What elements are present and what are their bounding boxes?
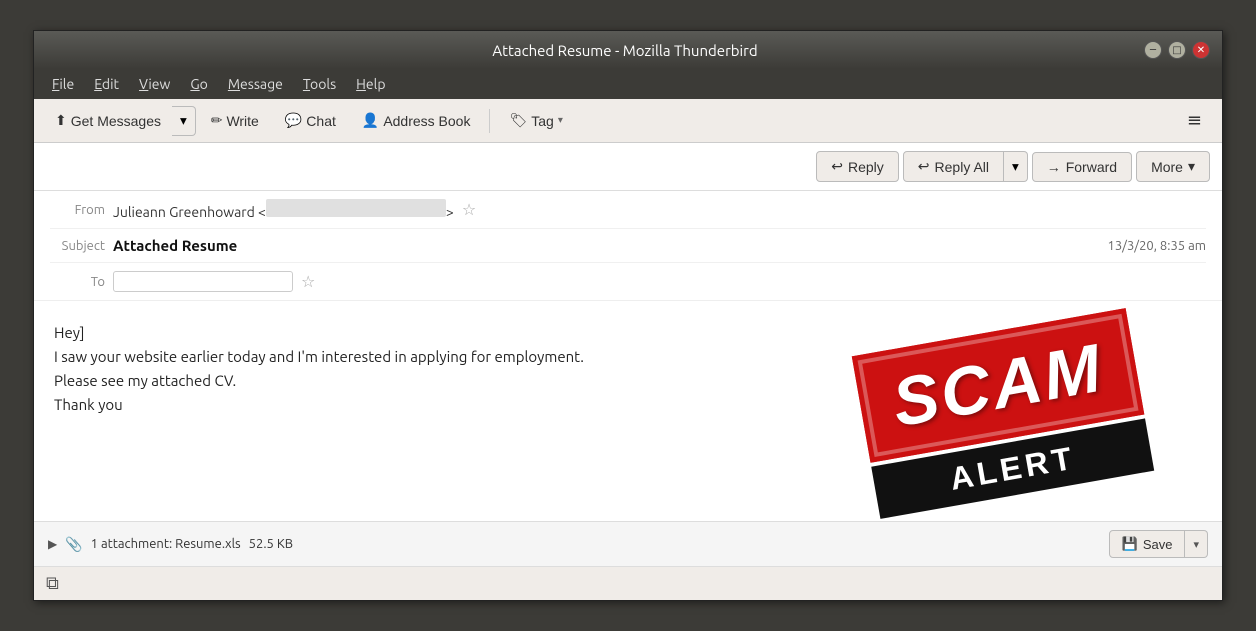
close-button[interactable]: ✕ <box>1192 41 1210 59</box>
reply-all-button[interactable]: ↩ Reply All <box>903 151 1004 182</box>
from-star-icon[interactable]: ☆ <box>462 200 476 219</box>
from-label: From <box>50 203 105 217</box>
attachment-label: 1 attachment: Resume.xls <box>91 537 241 551</box>
subject-row: Subject Attached Resume 13/3/20, 8:35 am <box>50 229 1206 263</box>
save-group: 💾 Save ▾ <box>1109 530 1208 558</box>
attachment-bar: ▶ 📎 1 attachment: Resume.xls 52.5 KB 💾 S… <box>34 521 1222 566</box>
reply-all-dropdown[interactable]: ▾ <box>1004 151 1028 182</box>
maximize-button[interactable]: □ <box>1168 41 1186 59</box>
reply-button[interactable]: ↩ Reply <box>816 151 899 182</box>
menu-view[interactable]: View <box>131 73 178 95</box>
window-controls: ─ □ ✕ <box>1144 41 1210 59</box>
forward-button[interactable]: → Forward <box>1032 152 1132 182</box>
tag-icon: 🏷 <box>509 112 527 129</box>
menubar: File Edit View Go Message Tools Help <box>34 69 1222 99</box>
reply-all-group: ↩ Reply All ▾ <box>903 151 1028 182</box>
to-row: To ☆ <box>50 263 1206 300</box>
email-body: Hey] I saw your website earlier today an… <box>34 301 1222 521</box>
action-bar: ↩ Reply ↩ Reply All ▾ → Forward More ▾ <box>34 143 1222 191</box>
attachment-info: ▶ 📎 1 attachment: Resume.xls 52.5 KB <box>48 536 293 553</box>
window-title: Attached Resume - Mozilla Thunderbird <box>106 42 1144 59</box>
tag-group: 🏷 Tag ▾ <box>498 106 573 135</box>
attachment-size: 52.5 KB <box>249 537 293 551</box>
email-header: From Julieann Greenhoward <> ☆ Subject A… <box>34 191 1222 301</box>
email-date: 13/3/20, 8:35 am <box>1108 239 1206 253</box>
status-bar: ⧉ <box>34 566 1222 600</box>
to-field[interactable] <box>113 271 293 292</box>
thunderbird-window: Attached Resume - Mozilla Thunderbird ─ … <box>33 30 1223 601</box>
toolbar-separator <box>489 109 490 133</box>
chat-button[interactable]: 💬 Chat <box>274 106 347 135</box>
from-value: Julieann Greenhoward <> <box>113 199 454 220</box>
save-dropdown[interactable]: ▾ <box>1185 530 1208 558</box>
write-button[interactable]: ✏ Write <box>200 106 270 135</box>
get-messages-dropdown[interactable]: ▾ <box>172 106 196 136</box>
menu-edit[interactable]: Edit <box>86 73 127 95</box>
more-button[interactable]: More ▾ <box>1136 151 1210 182</box>
more-group: More ▾ <box>1136 151 1210 182</box>
menu-message[interactable]: Message <box>220 73 291 95</box>
menu-go[interactable]: Go <box>182 73 216 95</box>
address-book-icon: 👤 <box>362 112 379 129</box>
to-star-icon[interactable]: ☆ <box>301 272 315 291</box>
attachment-expand-icon[interactable]: ▶ <box>48 537 57 551</box>
status-icon[interactable]: ⧉ <box>46 573 59 594</box>
chat-icon: 💬 <box>285 112 302 129</box>
menu-tools[interactable]: Tools <box>295 73 344 95</box>
titlebar: Attached Resume - Mozilla Thunderbird ─ … <box>34 31 1222 69</box>
forward-icon: → <box>1047 159 1061 175</box>
from-row: From Julieann Greenhoward <> ☆ <box>50 191 1206 229</box>
get-messages-group: ⬆ Get Messages ▾ <box>44 106 196 136</box>
to-label: To <box>50 275 105 289</box>
get-messages-button[interactable]: ⬆ Get Messages <box>44 106 172 136</box>
more-dropdown-arrow: ▾ <box>1188 158 1195 175</box>
reply-all-icon: ↩ <box>918 158 930 175</box>
from-email-field <box>266 199 446 217</box>
subject-label: Subject <box>50 239 105 253</box>
toolbar-menu-button[interactable]: ≡ <box>1177 105 1212 136</box>
menu-help[interactable]: Help <box>348 73 393 95</box>
save-button[interactable]: 💾 Save <box>1109 530 1186 558</box>
reply-icon: ↩ <box>831 158 843 175</box>
write-icon: ✏ <box>211 112 223 129</box>
save-icon: 💾 <box>1122 536 1138 552</box>
address-book-button[interactable]: 👤 Address Book <box>351 106 482 135</box>
menu-file[interactable]: File <box>44 73 82 95</box>
minimize-button[interactable]: ─ <box>1144 41 1162 59</box>
paperclip-icon: 📎 <box>65 536 82 553</box>
tag-button[interactable]: 🏷 Tag ▾ <box>498 106 573 135</box>
subject-value: Attached Resume <box>113 237 237 254</box>
get-messages-icon: ⬆ <box>55 112 67 129</box>
toolbar: ⬆ Get Messages ▾ ✏ Write 💬 Chat 👤 Addres… <box>34 99 1222 143</box>
